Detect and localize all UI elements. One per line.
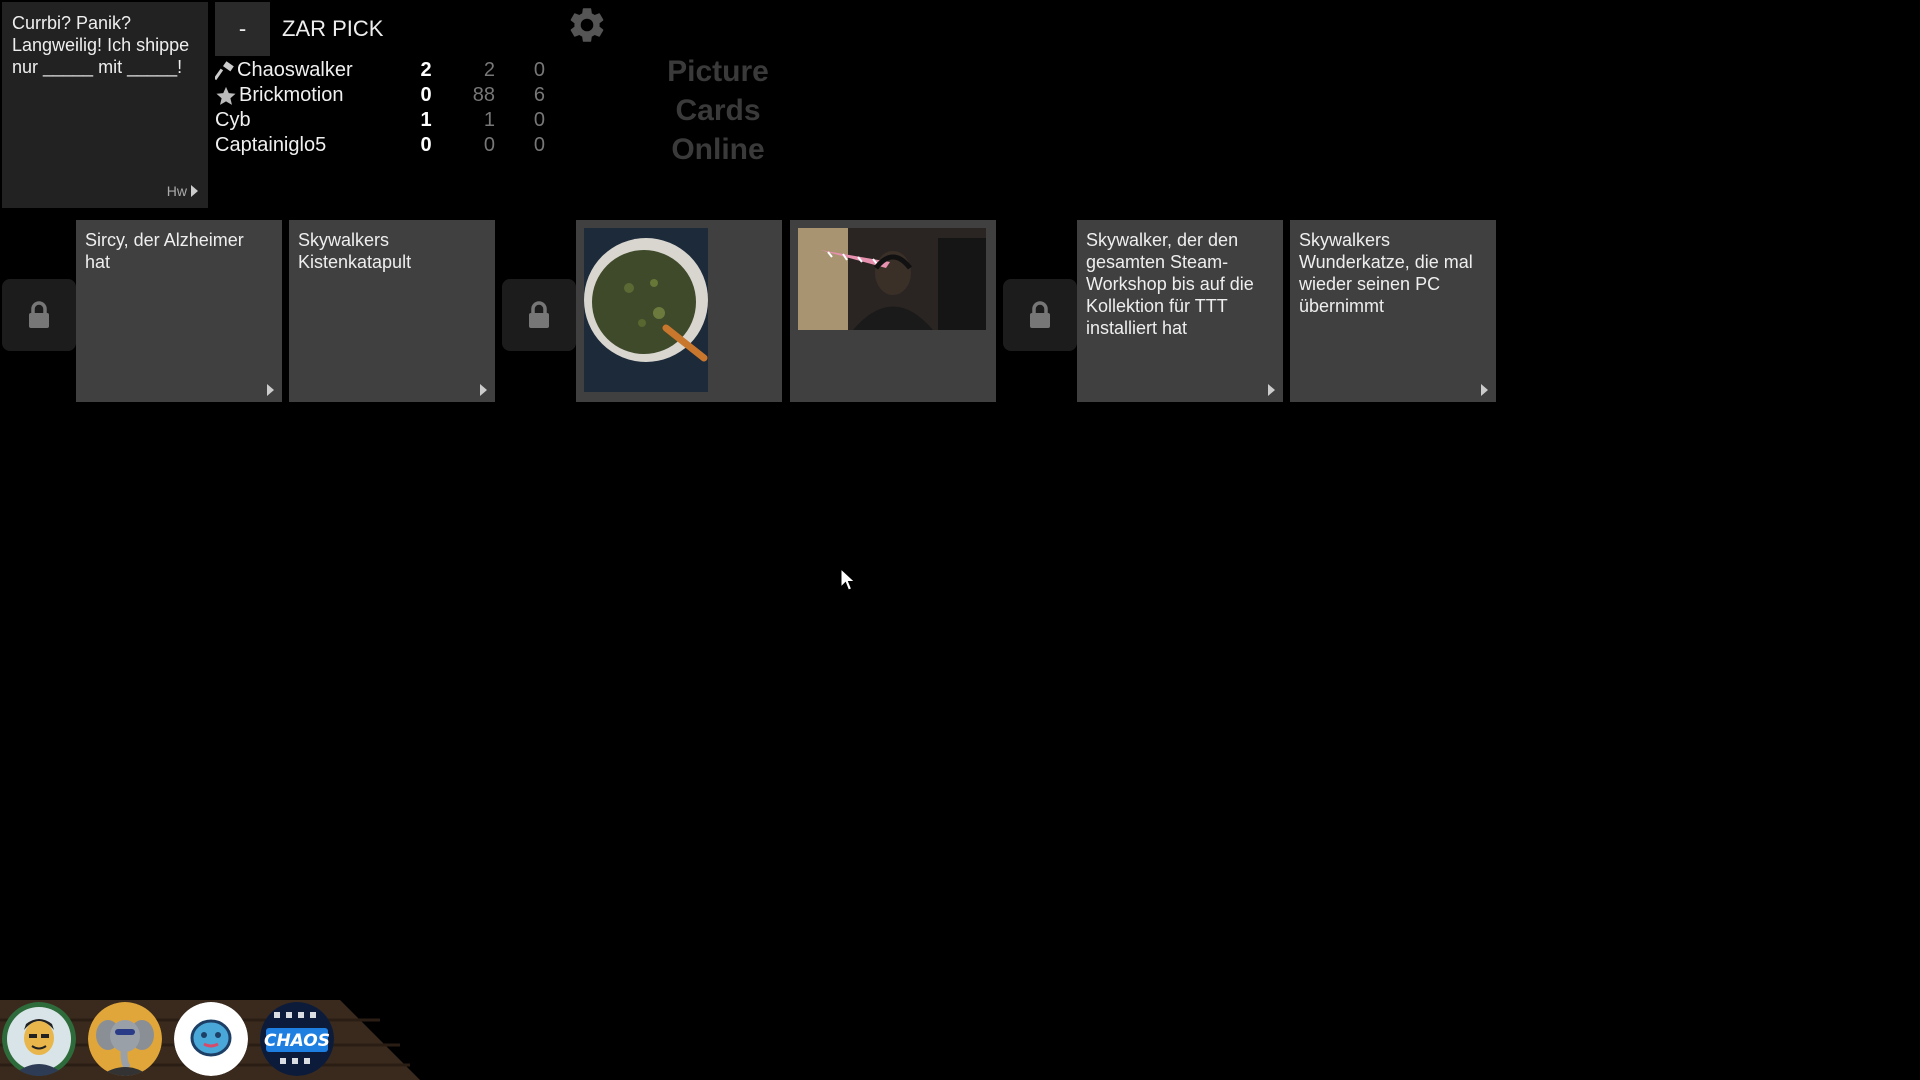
player-stat-2: 88	[472, 84, 495, 106]
player-points: 1	[420, 109, 432, 131]
logo-line: Online	[671, 133, 765, 166]
lock-icon	[529, 301, 549, 328]
player-name: Cyb	[215, 109, 251, 131]
avatar-cartoon-man[interactable]	[2, 1002, 76, 1076]
scoreboard-row: Captainiglo5 0 0 0	[215, 133, 545, 158]
white-card-text: Skywalkers Kistenkatapult	[298, 230, 412, 272]
scoreboard-row: Chaoswalker 2 2 0	[215, 58, 545, 83]
play-arrow-icon	[480, 384, 487, 396]
player-points: 0	[420, 134, 432, 156]
player-stat-2: 1	[483, 109, 495, 131]
black-card-pack[interactable]: Hw	[167, 180, 198, 202]
play-arrow-icon	[191, 185, 198, 197]
player-stat-3: 0	[533, 109, 545, 131]
person-with-unicorn-horn-photo	[798, 228, 986, 330]
scoreboard: Chaoswalker 2 2 0 Brickmotion 0 88 6 Cyb…	[215, 58, 545, 158]
lock-button[interactable]	[502, 279, 576, 351]
white-card-text: Sircy, der Alzheimer hat	[85, 230, 244, 272]
white-card[interactable]: Skywalkers Kistenkatapult	[289, 220, 495, 402]
black-card: Currbi? Panik? Langweilig! Ich shippe nu…	[2, 2, 208, 208]
logo-line: Cards	[675, 94, 761, 127]
star-icon	[216, 86, 236, 105]
game-phase-label: ZAR PICK	[282, 16, 384, 41]
player-name-cell: Chaoswalker	[215, 59, 353, 82]
player-name-cell: Cyb	[215, 109, 251, 132]
player-name-cell: Brickmotion	[215, 84, 343, 107]
pack-label: Hw	[166, 183, 187, 199]
white-card[interactable]: Skywalkers Wunderkatze, die mal wieder s…	[1290, 220, 1496, 402]
play-arrow-icon	[1268, 384, 1275, 396]
player-stat-3: 0	[533, 59, 545, 81]
logo-line: Picture	[667, 55, 769, 88]
collapse-button[interactable]: -	[215, 2, 270, 56]
player-name-cell: Captainiglo5	[215, 134, 326, 157]
mouse-cursor-icon	[840, 567, 856, 597]
player-stat-3: 6	[533, 84, 545, 106]
soup-bowl-photo	[584, 228, 708, 392]
player-stat-3: 0	[533, 134, 545, 156]
white-card-image[interactable]	[790, 220, 996, 402]
lock-button[interactable]	[2, 279, 76, 351]
lock-button[interactable]	[1003, 279, 1077, 351]
lock-icon	[29, 301, 49, 328]
avatar-chaos-logo[interactable]: CHAOS	[260, 1002, 334, 1076]
scoreboard-row: Brickmotion 0 88 6	[215, 83, 545, 108]
svg-text:CHAOS: CHAOS	[264, 1031, 330, 1051]
player-points: 2	[420, 59, 432, 81]
lock-icon	[1030, 301, 1050, 328]
avatar-blue-robot[interactable]	[174, 1002, 248, 1076]
white-card[interactable]: Skywalker, der den gesamten Steam-Worksh…	[1077, 220, 1283, 402]
player-points: 0	[420, 84, 432, 106]
hammer-icon	[215, 60, 234, 80]
white-card-text: Skywalker, der den gesamten Steam-Worksh…	[1086, 230, 1254, 338]
avatar-elephant[interactable]	[88, 1002, 162, 1076]
player-stat-2: 0	[483, 134, 495, 156]
white-card-image[interactable]	[576, 220, 782, 402]
player-name: Chaoswalker	[237, 59, 353, 81]
play-arrow-icon	[267, 384, 274, 396]
play-arrow-icon	[1481, 384, 1488, 396]
white-card[interactable]: Sircy, der Alzheimer hat	[76, 220, 282, 402]
player-name: Brickmotion	[239, 84, 344, 106]
white-card-text: Skywalkers Wunderkatze, die mal wieder s…	[1299, 230, 1473, 316]
scoreboard-row: Cyb 1 1 0	[215, 108, 545, 133]
player-name: Captainiglo5	[215, 134, 327, 156]
submissions-area: Sircy, der Alzheimer hat Skywalkers Kist…	[0, 220, 1920, 410]
gear-icon[interactable]	[566, 4, 608, 46]
black-card-text: Currbi? Panik? Langweilig! Ich shippe nu…	[12, 13, 190, 77]
player-stat-2: 2	[483, 59, 495, 81]
game-logo: Picture Cards Online	[640, 52, 796, 169]
